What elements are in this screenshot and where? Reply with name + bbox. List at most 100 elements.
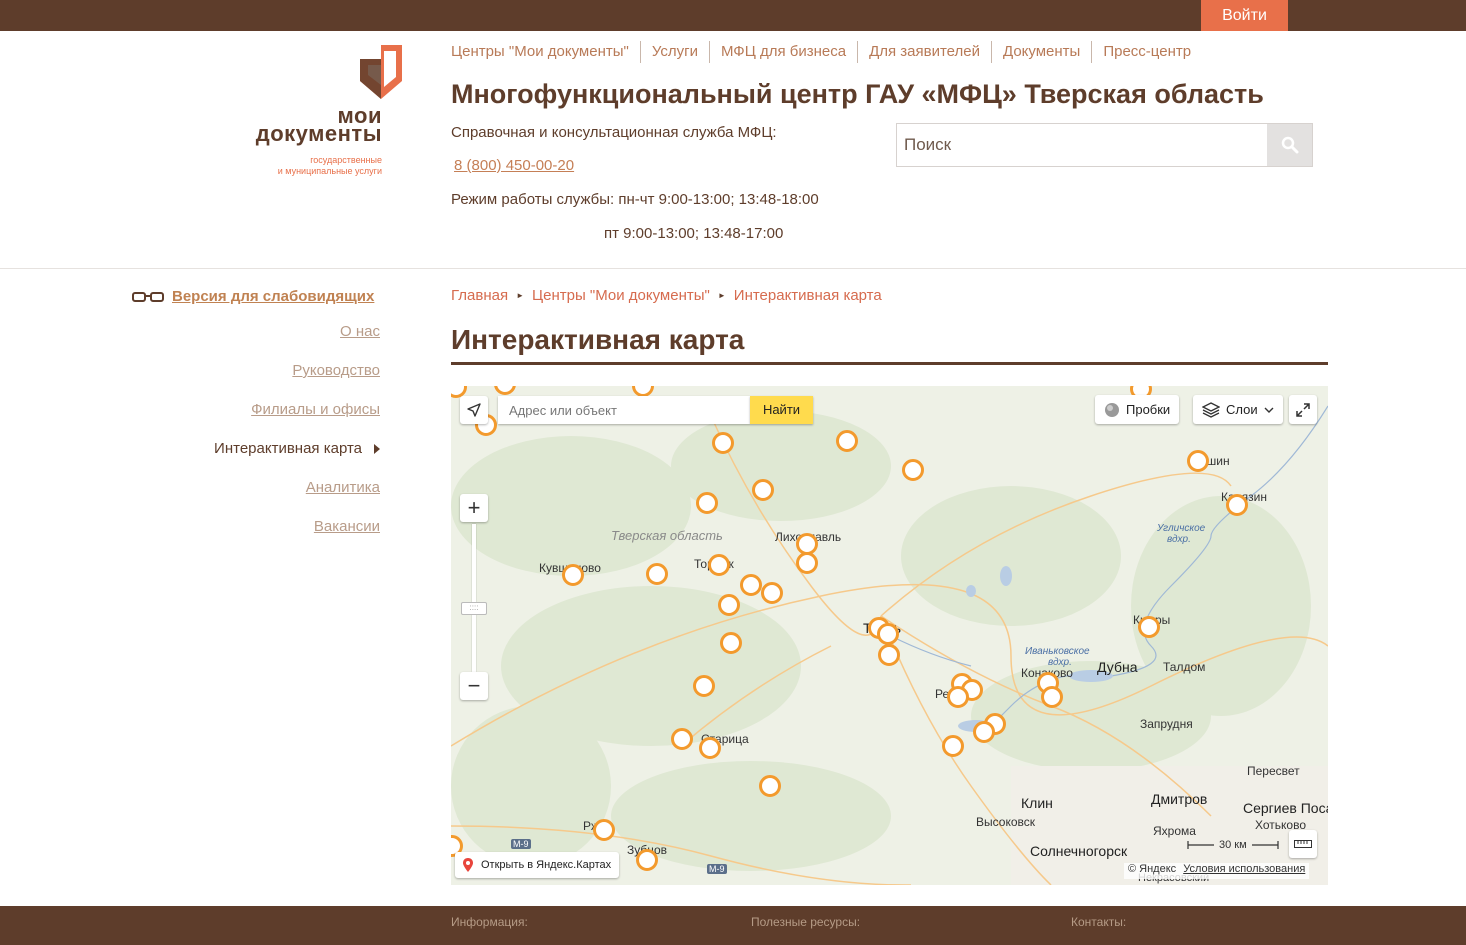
search-icon	[1281, 136, 1298, 154]
map-marker[interactable]	[720, 632, 742, 654]
map-marker[interactable]	[671, 728, 693, 750]
breadcrumb-map[interactable]: Интерактивная карта	[734, 287, 882, 304]
fullscreen-button[interactable]	[1289, 395, 1317, 424]
nav-item-press[interactable]: Пресс-центр	[1091, 41, 1202, 63]
working-hours-2: пт 9:00-13:00; 13:48-17:00	[604, 225, 784, 242]
map-marker[interactable]	[942, 735, 964, 757]
site-footer: Информация: Полезные ресурсы: Контакты:	[0, 906, 1466, 945]
map-water-uglich-2: вдхр.	[1167, 534, 1191, 545]
phone-link[interactable]: 8 (800) 450-00-20	[454, 157, 574, 174]
map-marker[interactable]	[718, 594, 740, 616]
zoom-control: + :::: −	[460, 494, 488, 700]
search-input[interactable]	[897, 124, 1267, 166]
open-in-yandex-label: Открыть в Яндекс.Картах	[481, 859, 612, 871]
low-vision-link[interactable]: Версия для слабовидящих	[132, 288, 374, 305]
map-marker[interactable]	[796, 552, 818, 574]
breadcrumb: Главная ► Центры "Мои документы" ► Интер…	[451, 287, 882, 304]
ruler-icon	[1294, 840, 1312, 848]
breadcrumb-separator-icon: ►	[717, 291, 726, 300]
main-nav: Центры "Мои документы" Услуги МФЦ для би…	[451, 41, 1202, 63]
map-marker[interactable]	[836, 430, 858, 452]
breadcrumb-centers[interactable]: Центры "Мои документы"	[532, 287, 710, 304]
zoom-out-button[interactable]: −	[460, 672, 488, 700]
map-marker[interactable]	[693, 675, 715, 697]
map-city-solnechnogorsk: Солнечногорск	[1030, 843, 1128, 859]
ruler-button[interactable]	[1289, 830, 1317, 858]
layers-button[interactable]: Слои	[1193, 395, 1283, 424]
map-marker[interactable]	[902, 459, 924, 481]
map-search-input[interactable]	[498, 396, 750, 424]
location-arrow-icon	[467, 403, 481, 417]
open-in-yandex-maps[interactable]: Открыть в Яндекс.Картах	[455, 852, 620, 878]
map-marker[interactable]	[759, 775, 781, 797]
zoom-slider-track[interactable]	[472, 524, 476, 672]
map-city-taldom: Талдом	[1163, 660, 1206, 674]
logo-text-4: и муниципальные услуги	[277, 166, 382, 176]
fullscreen-icon	[1296, 402, 1310, 417]
map-marker[interactable]	[712, 432, 734, 454]
map-city-peresvet: Пересвет	[1247, 764, 1300, 778]
map-city-vysokovsk: Высоковск	[976, 815, 1035, 829]
map-road-label: М-9	[707, 864, 727, 874]
map-marker[interactable]	[699, 737, 721, 759]
logo[interactable]: мои документы государственные и муниципа…	[240, 45, 402, 176]
help-service-label: Справочная и консультационная служба МФЦ…	[451, 124, 777, 141]
sidebar-item-analytics[interactable]: Аналитика	[306, 479, 380, 496]
nav-item-documents[interactable]: Документы	[991, 41, 1091, 63]
site-title: Многофункциональный центр ГАУ «МФЦ» Твер…	[451, 79, 1264, 109]
map-marker[interactable]	[947, 686, 969, 708]
map-city-klin: Клин	[1021, 795, 1053, 811]
top-bar: Войти	[0, 0, 1466, 31]
scale-bar-icon	[1251, 841, 1279, 849]
traffic-button[interactable]: Пробки	[1095, 395, 1180, 424]
map-marker[interactable]	[708, 554, 730, 576]
page-title: Интерактивная карта	[451, 324, 745, 355]
login-button[interactable]: Войти	[1201, 0, 1288, 31]
map-water-ivan-1: Иваньковское	[1025, 646, 1090, 657]
map-find-button[interactable]: Найти	[750, 396, 813, 424]
map-marker[interactable]	[761, 582, 783, 604]
breadcrumb-separator-icon: ►	[516, 291, 525, 300]
map-marker[interactable]	[752, 479, 774, 501]
map-marker[interactable]	[1187, 450, 1209, 472]
map-marker[interactable]	[1226, 494, 1248, 516]
map-marker[interactable]	[973, 721, 995, 743]
nav-item-centers[interactable]: Центры "Мои документы"	[451, 41, 640, 63]
title-divider	[451, 362, 1328, 365]
map-marker[interactable]	[562, 564, 584, 586]
zoom-slider-handle[interactable]: ::::	[461, 602, 487, 615]
glasses-icon	[132, 291, 164, 302]
sidebar-item-about[interactable]: О нас	[340, 323, 380, 340]
chevron-down-icon	[1264, 407, 1274, 413]
map-city-dubna: Дубна	[1097, 659, 1138, 675]
map-marker[interactable]	[593, 819, 615, 841]
footer-info-heading: Информация:	[451, 915, 528, 929]
interactive-map[interactable]: Тверская область Лихославль Кувшиново То…	[451, 386, 1328, 885]
map-city-yakhroma: Яхрома	[1153, 824, 1196, 838]
map-marker[interactable]	[636, 849, 658, 871]
sidebar-item-vacancies[interactable]: Вакансии	[314, 518, 380, 535]
nav-item-business[interactable]: МФЦ для бизнеса	[708, 41, 857, 63]
map-marker[interactable]	[696, 492, 718, 514]
search-button[interactable]	[1267, 124, 1312, 166]
sidebar-item-map[interactable]: Интерактивная карта	[214, 440, 380, 457]
map-marker[interactable]	[1041, 686, 1063, 708]
map-marker[interactable]	[1138, 616, 1160, 638]
minus-icon: −	[467, 673, 481, 698]
sidebar-item-branches[interactable]: Филиалы и офисы	[251, 401, 380, 418]
nav-item-applicants[interactable]: Для заявителей	[857, 41, 991, 63]
terms-link[interactable]: Условия использования	[1183, 863, 1305, 875]
geolocation-button[interactable]	[460, 396, 488, 424]
map-marker[interactable]	[878, 644, 900, 666]
breadcrumb-home[interactable]: Главная	[451, 287, 508, 304]
map-road-label: М-9	[511, 839, 531, 849]
zoom-in-button[interactable]: +	[460, 494, 488, 522]
map-marker[interactable]	[877, 623, 899, 645]
scale-bar-icon	[1187, 841, 1214, 849]
nav-item-services[interactable]: Услуги	[639, 41, 709, 63]
map-marker[interactable]	[740, 574, 762, 596]
caret-right-icon	[374, 443, 380, 454]
sidebar-item-management[interactable]: Руководство	[292, 362, 380, 379]
map-marker[interactable]	[646, 563, 668, 585]
layers-label: Слои	[1226, 402, 1258, 417]
